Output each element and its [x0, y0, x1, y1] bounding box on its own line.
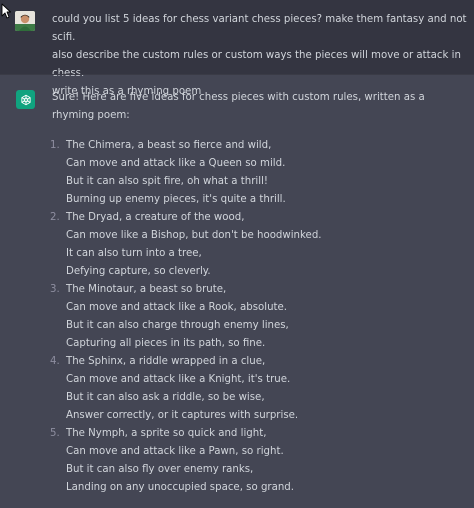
openai-logo-icon	[16, 90, 35, 109]
poem-line: Can move and attack like a Pawn, so righ…	[66, 446, 284, 457]
poem-line: The Dryad, a creature of the wood,	[66, 212, 245, 223]
poem-line: The Minotaur, a beast so brute,	[66, 284, 227, 295]
poem-line: It can also turn into a tree,	[66, 248, 202, 259]
poem-item-number: 2.	[50, 212, 60, 223]
poem-item: 5. The Nymph, a sprite so quick and ligh…	[50, 425, 470, 497]
poem-line: Burning up enemy pieces, it's quite a th…	[66, 194, 286, 205]
message-divider	[0, 74, 474, 75]
poem-line: Can move like a Bishop, but don't be hoo…	[66, 230, 322, 241]
poem-line: But it can also spit fire, oh what a thr…	[66, 176, 268, 187]
poem-item-number: 3.	[50, 284, 60, 295]
poem-line: Defying capture, so cleverly.	[66, 266, 211, 277]
user-message-text: could you list 5 ideas for chess variant…	[52, 14, 467, 97]
poem-item: 2. The Dryad, a creature of the wood, Ca…	[50, 209, 470, 281]
poem-item-number: 1.	[50, 140, 60, 151]
poem-item: 3. The Minotaur, a beast so brute, Can m…	[50, 281, 470, 353]
poem-line: Can move and attack like a Knight, it's …	[66, 374, 291, 385]
poem-line: The Sphinx, a riddle wrapped in a clue,	[66, 356, 266, 367]
poem-item: 4. The Sphinx, a riddle wrapped in a clu…	[50, 353, 470, 425]
user-message-row: could you list 5 ideas for chess variant…	[0, 0, 474, 97]
poem-list: 1. The Chimera, a beast so fierce and wi…	[50, 137, 470, 497]
mouse-pointer-icon	[1, 3, 11, 23]
poem-item-number: 5.	[50, 428, 60, 439]
poem-line: The Chimera, a beast so fierce and wild,	[66, 140, 272, 151]
poem-line: Landing on any unoccupied space, so gran…	[66, 482, 295, 493]
poem-item: 1. The Chimera, a beast so fierce and wi…	[50, 137, 470, 209]
poem-item-number: 4.	[50, 356, 60, 367]
poem-line: The Nymph, a sprite so quick and light,	[66, 428, 267, 439]
poem-line: But it can also charge through enemy lin…	[66, 320, 289, 331]
poem-line: Capturing all pieces in its path, so fin…	[66, 338, 266, 349]
poem-line: Can move and attack like a Queen so mild…	[66, 158, 286, 169]
poem-line: But it can also ask a riddle, so be wise…	[66, 392, 265, 403]
user-avatar	[15, 11, 35, 31]
poem-line: Can move and attack like a Rook, absolut…	[66, 302, 288, 313]
poem-line: Answer correctly, or it captures with su…	[66, 410, 299, 421]
assistant-intro-text: Sure! Here are five ideas for chess piec…	[52, 92, 425, 121]
poem-line: But it can also fly over enemy ranks,	[66, 464, 254, 475]
